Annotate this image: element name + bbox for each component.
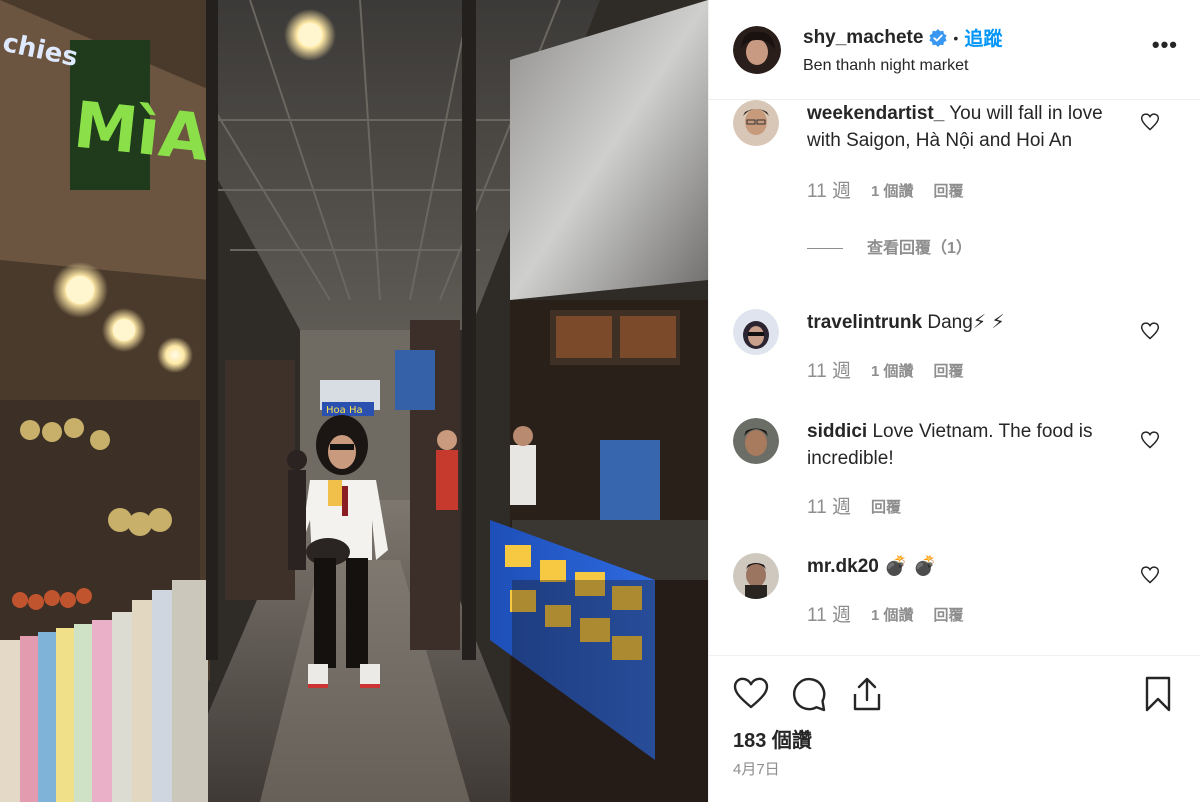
- comment-text: Dang⚡ ⚡: [927, 312, 1005, 333]
- follow-button[interactable]: 追蹤: [964, 24, 1002, 51]
- separator-dot: •: [953, 29, 959, 46]
- reply-button[interactable]: 回覆: [934, 178, 964, 205]
- view-replies-button[interactable]: 查看回覆（1）: [807, 235, 1127, 262]
- author-meta: shy_machete • 追蹤 Ben thanh night market: [803, 24, 1002, 75]
- post-header: shy_machete • 追蹤 Ben thanh night market …: [709, 0, 1200, 100]
- commenter-avatar[interactable]: [733, 553, 779, 599]
- post-footer: 183 個讚 4月7日: [709, 655, 1200, 802]
- likes-count[interactable]: 183 個讚: [733, 724, 812, 753]
- comment-item: mr.dk20 💣 💣 11 週 1 個讚 回覆: [733, 553, 1176, 629]
- comment-username[interactable]: mr.dk20: [807, 556, 879, 577]
- commenter-avatar[interactable]: [733, 309, 779, 355]
- view-replies-label: 查看回覆（1）: [867, 240, 972, 257]
- mia-sign-text: MìA: [70, 89, 213, 177]
- reply-button[interactable]: 回覆: [934, 602, 964, 629]
- reply-button[interactable]: 回覆: [871, 494, 901, 521]
- action-bar: [733, 676, 1176, 712]
- comment-time[interactable]: 11 週: [807, 602, 851, 629]
- comment-bubble-icon[interactable]: [791, 676, 827, 712]
- verified-badge-icon: [929, 28, 948, 47]
- like-heart-icon[interactable]: [733, 676, 769, 712]
- commenter-avatar[interactable]: [733, 418, 779, 464]
- share-upload-icon[interactable]: [849, 676, 885, 712]
- comment-username[interactable]: weekendartist_: [807, 103, 944, 124]
- comment-like-heart-icon[interactable]: [1140, 430, 1160, 450]
- far-sign-text: Hoa Ha: [326, 405, 363, 416]
- post-panel: shy_machete • 追蹤 Ben thanh night market …: [708, 0, 1200, 802]
- comment-time[interactable]: 11 週: [807, 494, 851, 521]
- market-scene: Hoa Ha MìA chies: [0, 0, 708, 802]
- comment-time[interactable]: 11 週: [807, 178, 851, 205]
- comment-time[interactable]: 11 週: [807, 358, 851, 385]
- comment-username[interactable]: siddici: [807, 421, 867, 442]
- comment-item: travelintrunk Dang⚡ ⚡ 11 週 1 個讚 回覆: [733, 309, 1176, 385]
- comment-like-heart-icon[interactable]: [1140, 112, 1160, 132]
- post-viewer: Hoa Ha MìA chies shy_machete • 追蹤 Ben th…: [0, 0, 1200, 802]
- comment-item: siddici Love Vietnam. The food is incred…: [733, 418, 1176, 521]
- author-username[interactable]: shy_machete: [803, 27, 923, 49]
- comment-likes[interactable]: 1 個讚: [871, 358, 914, 385]
- post-location[interactable]: Ben thanh night market: [803, 57, 1002, 75]
- replies-divider: [807, 248, 843, 249]
- comment-text: 💣 💣: [884, 556, 937, 577]
- comment-like-heart-icon[interactable]: [1140, 321, 1160, 341]
- comment-item: weekendartist_ You will fall in love wit…: [733, 100, 1176, 262]
- comment-likes[interactable]: 1 個讚: [871, 602, 914, 629]
- comment-username[interactable]: travelintrunk: [807, 312, 922, 333]
- author-avatar[interactable]: [733, 25, 781, 74]
- reply-button[interactable]: 回覆: [934, 358, 964, 385]
- post-date[interactable]: 4月7日: [733, 758, 780, 779]
- comments-list[interactable]: weekendartist_ You will fall in love wit…: [709, 100, 1200, 655]
- more-options-button[interactable]: •••: [1152, 34, 1178, 56]
- comment-like-heart-icon[interactable]: [1140, 565, 1160, 585]
- bookmark-save-icon[interactable]: [1140, 676, 1176, 712]
- comment-likes[interactable]: 1 個讚: [871, 178, 914, 205]
- commenter-avatar[interactable]: [733, 100, 779, 146]
- post-photo[interactable]: Hoa Ha MìA chies: [0, 0, 708, 802]
